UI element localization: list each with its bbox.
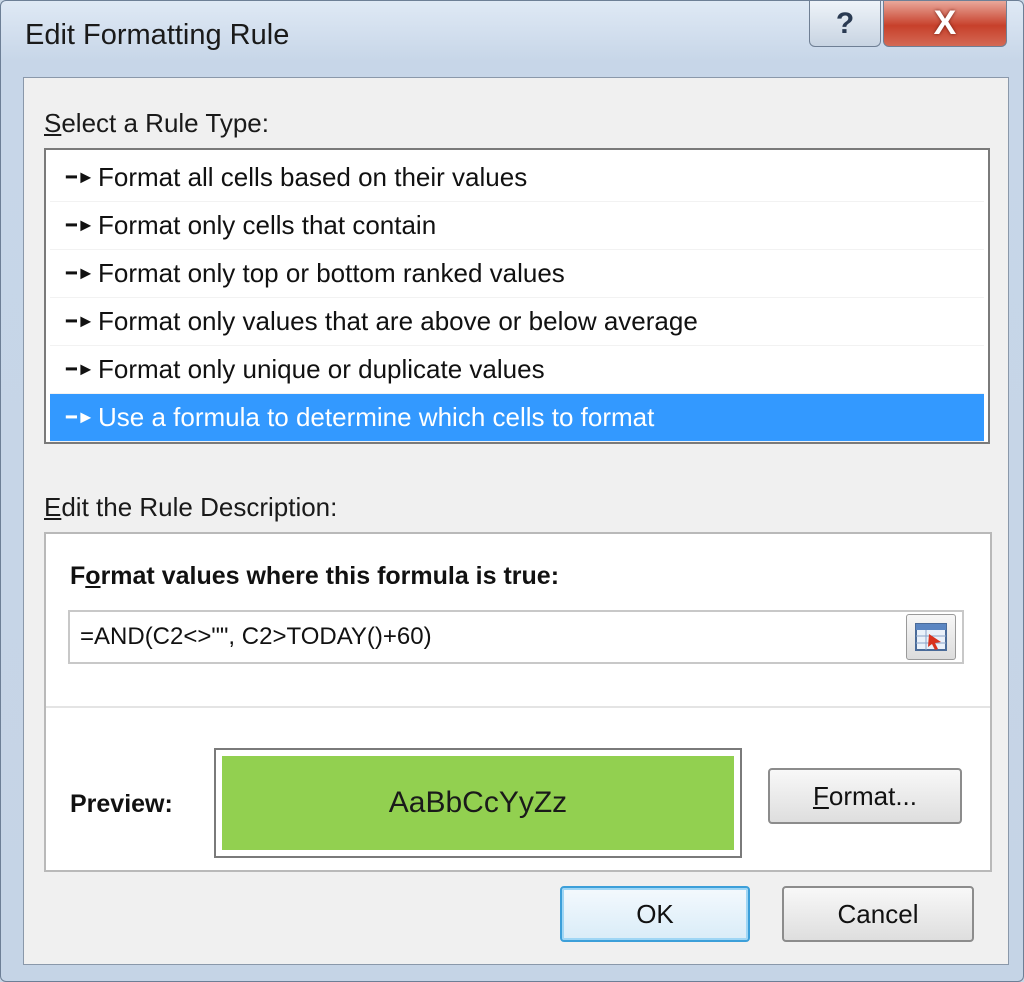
close-button[interactable]: X [883,1,1007,47]
cancel-button[interactable]: Cancel [782,886,974,942]
dialog-title: Edit Formatting Rule [25,19,290,51]
range-select-icon [915,623,947,651]
help-button[interactable]: ? [809,1,881,47]
rule-type-item[interactable]: ━► Format only values that are above or … [50,298,984,346]
range-select-button[interactable] [906,614,956,660]
ok-button[interactable]: OK [560,886,750,942]
preview-box: AaBbCcYyZz [214,748,742,858]
arrow-right-icon: ━► [66,311,95,331]
divider [46,706,990,708]
rule-type-item[interactable]: ━► Format only unique or duplicate value… [50,346,984,394]
formula-input[interactable]: =AND(C2<>"", C2>TODAY()+60) [68,610,964,664]
arrow-right-icon: ━► [66,167,95,187]
help-icon: ? [835,6,855,40]
rule-description-panel: Format values where this formula is true… [44,532,992,872]
rule-type-item-selected[interactable]: ━► Use a formula to determine which cell… [50,394,984,442]
rule-type-item[interactable]: ━► Format all cells based on their value… [50,154,984,202]
rule-type-list[interactable]: ━► Format all cells based on their value… [44,148,990,444]
arrow-right-icon: ━► [66,215,95,235]
dialog-window: Edit Formatting Rule ? X Select a Rule T… [0,0,1024,982]
arrow-right-icon: ━► [66,359,95,379]
preview-sample: AaBbCcYyZz [222,756,734,850]
close-icon: X [933,4,957,42]
rule-description-label: Edit the Rule Description: [44,492,338,522]
arrow-right-icon: ━► [66,407,95,427]
format-button[interactable]: Format... [768,768,962,824]
rule-type-item[interactable]: ━► Format only cells that contain [50,202,984,250]
rule-type-label: Select a Rule Type: [44,108,269,138]
formula-heading: Format values where this formula is true… [70,562,560,590]
arrow-right-icon: ━► [66,263,95,283]
preview-label: Preview: [70,790,173,818]
dialog-client-area: Select a Rule Type: ━► Format all cells … [23,77,1009,965]
rule-type-item[interactable]: ━► Format only top or bottom ranked valu… [50,250,984,298]
